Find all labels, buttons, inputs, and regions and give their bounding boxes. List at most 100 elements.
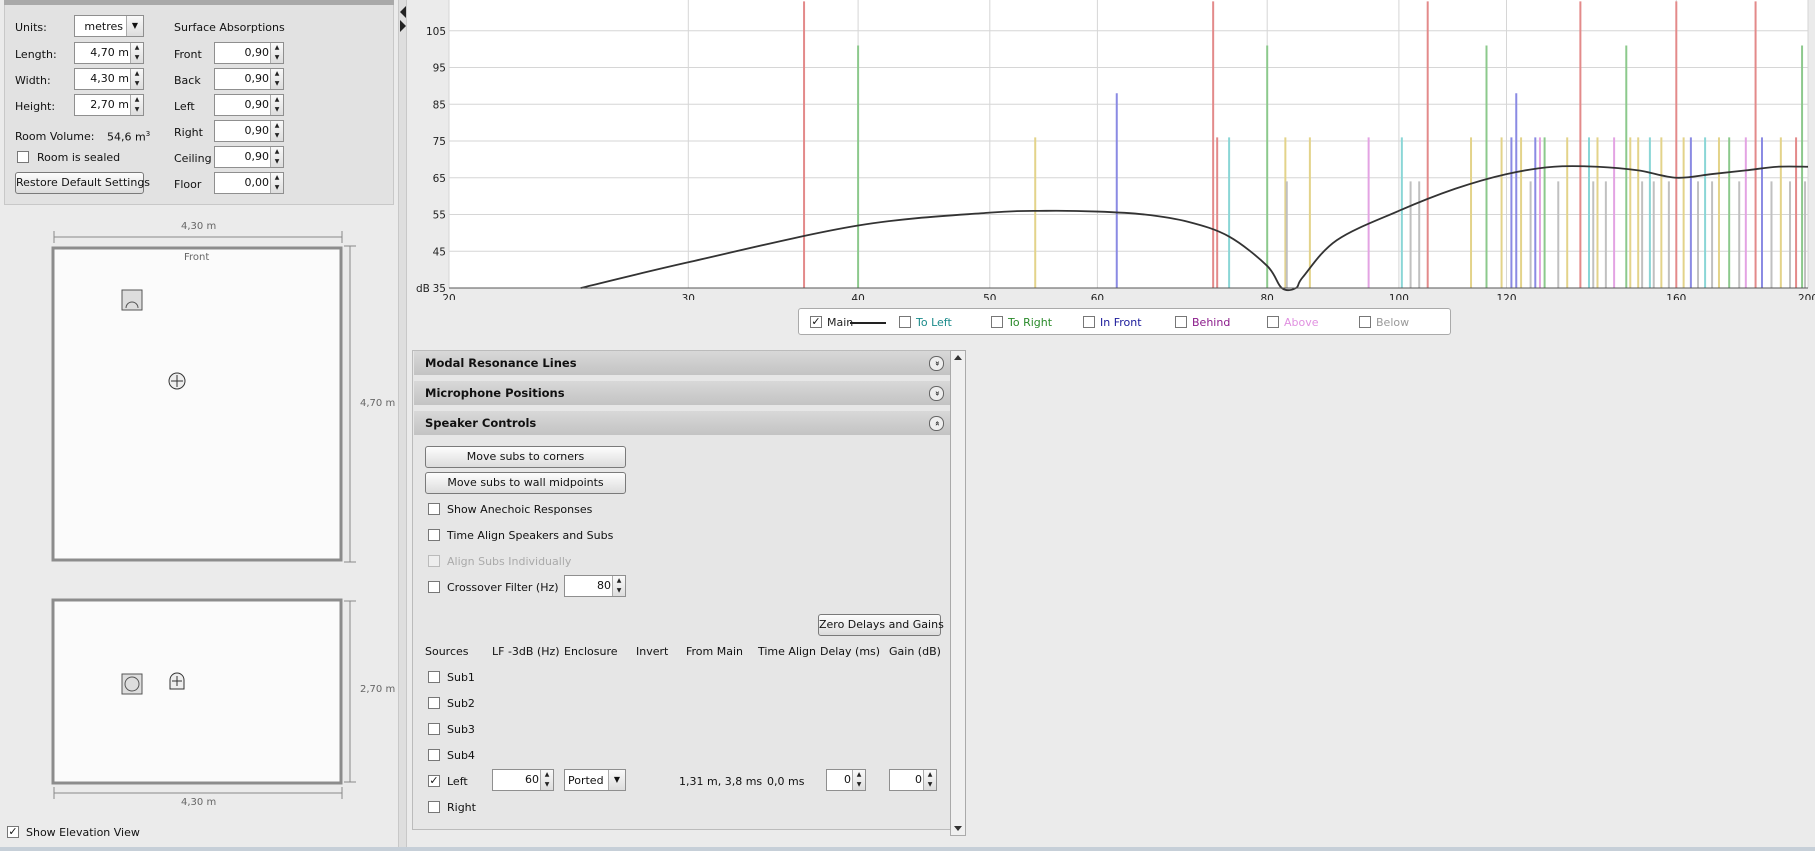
- source-left-checkbox[interactable]: ✓: [428, 775, 440, 787]
- decrement-icon[interactable]: ▼: [271, 183, 283, 193]
- crossover-checkbox[interactable]: [428, 581, 440, 593]
- decrement-icon[interactable]: ▼: [271, 53, 283, 63]
- y-tick-label: 85: [433, 99, 446, 111]
- left-delay-value: 0: [844, 773, 851, 786]
- show-anechoic-checkbox[interactable]: [428, 503, 440, 515]
- speaker-controls-header[interactable]: Speaker Controls «: [414, 411, 950, 435]
- source-sub1-label: Sub1: [447, 671, 475, 684]
- decrement-icon[interactable]: ▼: [271, 79, 283, 89]
- increment-icon[interactable]: ▲: [924, 770, 936, 780]
- expand-chevron-icon[interactable]: »: [929, 356, 944, 371]
- source-sub2-checkbox[interactable]: [428, 697, 440, 709]
- time-align-label: Time Align Speakers and Subs: [447, 529, 614, 542]
- collapse-chevron-icon[interactable]: «: [929, 416, 944, 431]
- right-absorption-spinner[interactable]: 0,90 ▲ ▼: [214, 120, 284, 142]
- decrement-icon[interactable]: ▼: [924, 780, 936, 790]
- speaker-left-marker[interactable]: [121, 289, 143, 311]
- left-enclosure-select[interactable]: Ported ▼: [564, 769, 626, 791]
- y-tick-label: 55: [433, 210, 446, 222]
- crossover-value: 80: [597, 579, 611, 592]
- chevron-down-icon[interactable]: ▼: [608, 770, 625, 790]
- panel-splitter[interactable]: [398, 0, 407, 851]
- left-absorption-spinner[interactable]: 0,90 ▲ ▼: [214, 94, 284, 116]
- move-subs-corners-button[interactable]: Move subs to corners: [425, 446, 626, 468]
- microphone-positions-title: Microphone Positions: [425, 386, 565, 400]
- legend-below-label: Below: [1376, 316, 1410, 329]
- left-gain-spinner[interactable]: 0 ▲ ▼: [889, 769, 937, 791]
- source-sub4-checkbox[interactable]: [428, 749, 440, 761]
- source-sub1-checkbox[interactable]: [428, 671, 440, 683]
- restore-defaults-button[interactable]: Restore Default Settings: [15, 172, 150, 194]
- decrement-icon[interactable]: ▼: [541, 780, 553, 790]
- floor-absorption-spinner[interactable]: 0,00 ▲ ▼: [214, 172, 284, 194]
- legend-below-checkbox[interactable]: [1359, 316, 1371, 328]
- scroll-down-icon[interactable]: [954, 826, 962, 831]
- decrement-icon[interactable]: ▼: [131, 79, 143, 89]
- column-header-delay: Delay (ms): [820, 645, 881, 658]
- legend-in-front-checkbox[interactable]: [1083, 316, 1095, 328]
- chevron-down-icon[interactable]: ▼: [126, 16, 143, 36]
- increment-icon[interactable]: ▲: [541, 770, 553, 780]
- increment-icon[interactable]: ▲: [131, 69, 143, 79]
- source-right-checkbox[interactable]: [428, 801, 440, 813]
- source-sub4-label: Sub4: [447, 749, 475, 762]
- right-absorption-label: Right: [174, 126, 203, 139]
- increment-icon[interactable]: ▲: [853, 770, 865, 780]
- expand-chevron-icon[interactable]: »: [929, 386, 944, 401]
- crossover-spinner[interactable]: 80 ▲ ▼: [564, 575, 626, 597]
- scroll-up-icon[interactable]: [954, 355, 962, 360]
- microphone-positions-header[interactable]: Microphone Positions »: [414, 381, 950, 405]
- decrement-icon[interactable]: ▼: [271, 131, 283, 141]
- units-label: Units:: [15, 21, 47, 34]
- frequency-response-chart: 20 30 40 50 60 80 100 120 160 2003545556575859510…: [416, 0, 1815, 300]
- source-sub3-checkbox[interactable]: [428, 723, 440, 735]
- controls-scrollbar[interactable]: [950, 350, 966, 836]
- increment-icon[interactable]: ▲: [271, 43, 283, 53]
- increment-icon[interactable]: ▲: [271, 69, 283, 79]
- back-absorption-spinner[interactable]: 0,90 ▲ ▼: [214, 68, 284, 90]
- y-tick-label: 65: [433, 173, 446, 185]
- panel-top-bar: [4, 0, 394, 5]
- show-anechoic-label: Show Anechoic Responses: [447, 503, 593, 516]
- legend-above-checkbox[interactable]: [1267, 316, 1279, 328]
- increment-icon[interactable]: ▲: [131, 43, 143, 53]
- decrement-icon[interactable]: ▼: [613, 586, 625, 596]
- legend-to-left-checkbox[interactable]: [899, 316, 911, 328]
- expand-arrow-icon[interactable]: [400, 20, 406, 32]
- show-elevation-checkbox[interactable]: ✓: [7, 826, 19, 838]
- increment-icon[interactable]: ▲: [271, 121, 283, 131]
- ceiling-absorption-spinner[interactable]: 0,90 ▲ ▼: [214, 146, 284, 168]
- increment-icon[interactable]: ▲: [131, 95, 143, 105]
- units-select[interactable]: metres ▼: [74, 15, 144, 37]
- left-lf-spinner[interactable]: 60 ▲ ▼: [492, 769, 554, 791]
- time-align-checkbox[interactable]: [428, 529, 440, 541]
- room-sealed-label: Room is sealed: [37, 151, 121, 164]
- front-absorption-spinner[interactable]: 0,90 ▲ ▼: [214, 42, 284, 64]
- zero-delays-button[interactable]: Zero Delays and Gains: [818, 614, 944, 636]
- move-subs-midpoints-button[interactable]: Move subs to wall midpoints: [425, 472, 626, 494]
- source-sub2-label: Sub2: [447, 697, 475, 710]
- x-tick-label: 80: [1261, 293, 1274, 300]
- increment-icon[interactable]: ▲: [271, 147, 283, 157]
- collapse-arrow-icon[interactable]: [400, 6, 406, 18]
- decrement-icon[interactable]: ▼: [853, 780, 865, 790]
- decrement-icon[interactable]: ▼: [131, 105, 143, 115]
- height-spinner[interactable]: 2,70 m ▲ ▼: [74, 94, 144, 116]
- legend-main-checkbox[interactable]: ✓: [810, 316, 822, 328]
- legend-to-right-label: To Right: [1008, 316, 1053, 329]
- modal-resonance-header[interactable]: Modal Resonance Lines »: [414, 351, 950, 375]
- legend-behind-checkbox[interactable]: [1175, 316, 1187, 328]
- decrement-icon[interactable]: ▼: [271, 157, 283, 167]
- increment-icon[interactable]: ▲: [271, 95, 283, 105]
- width-spinner[interactable]: 4,30 m ▲ ▼: [74, 68, 144, 90]
- increment-icon[interactable]: ▲: [271, 173, 283, 183]
- decrement-icon[interactable]: ▼: [131, 53, 143, 63]
- left-delay-spinner[interactable]: 0 ▲ ▼: [826, 769, 866, 791]
- plan-width-dimension: 4,30 m: [181, 221, 217, 232]
- decrement-icon[interactable]: ▼: [271, 105, 283, 115]
- increment-icon[interactable]: ▲: [613, 576, 625, 586]
- legend-to-right-checkbox[interactable]: [991, 316, 1003, 328]
- room-sealed-checkbox[interactable]: [17, 151, 29, 163]
- legend-main-swatch: [850, 322, 886, 324]
- length-spinner[interactable]: 4,70 m ▲ ▼: [74, 42, 144, 64]
